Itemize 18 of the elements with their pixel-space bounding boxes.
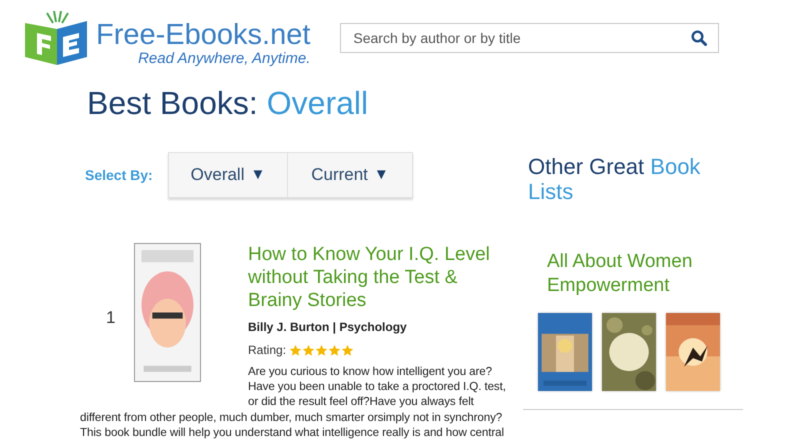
star-icon: [302, 344, 316, 356]
dropdown-button[interactable]: Current ▼: [288, 152, 413, 198]
site-name: Free-Ebooks.net: [96, 20, 310, 50]
heading-highlight: Overall: [266, 84, 368, 123]
star-icon: [341, 344, 354, 356]
book-description: Are you curious to know how intelligent you are? Have you been unable to take a proctored I.Q. test, or did the result feel off?Have you always felt different from other people, much dumber, much smarter orsimply not in synchrony? This book bundle will help you understand what intelligence really is and how central: [80, 364, 507, 440]
star-icon: [289, 344, 302, 356]
sidebar-heading: Other Great Book Lists: [528, 154, 702, 204]
search-icon[interactable]: [691, 30, 708, 46]
select-by-label: Select By:: [85, 166, 154, 185]
book-byline: Billy J. Burton | Psychology: [247, 319, 408, 336]
rating-label: Rating:: [248, 342, 286, 359]
star-icon: [328, 344, 342, 356]
dropdown-button[interactable]: Overall ▼: [168, 152, 288, 198]
page-heading: Best Books:: [87, 84, 258, 123]
search-field[interactable]: Search by author or by title: [340, 23, 720, 53]
star-icon: [315, 344, 328, 356]
tagline: Read Anywhere, Anytime.: [137, 50, 310, 67]
